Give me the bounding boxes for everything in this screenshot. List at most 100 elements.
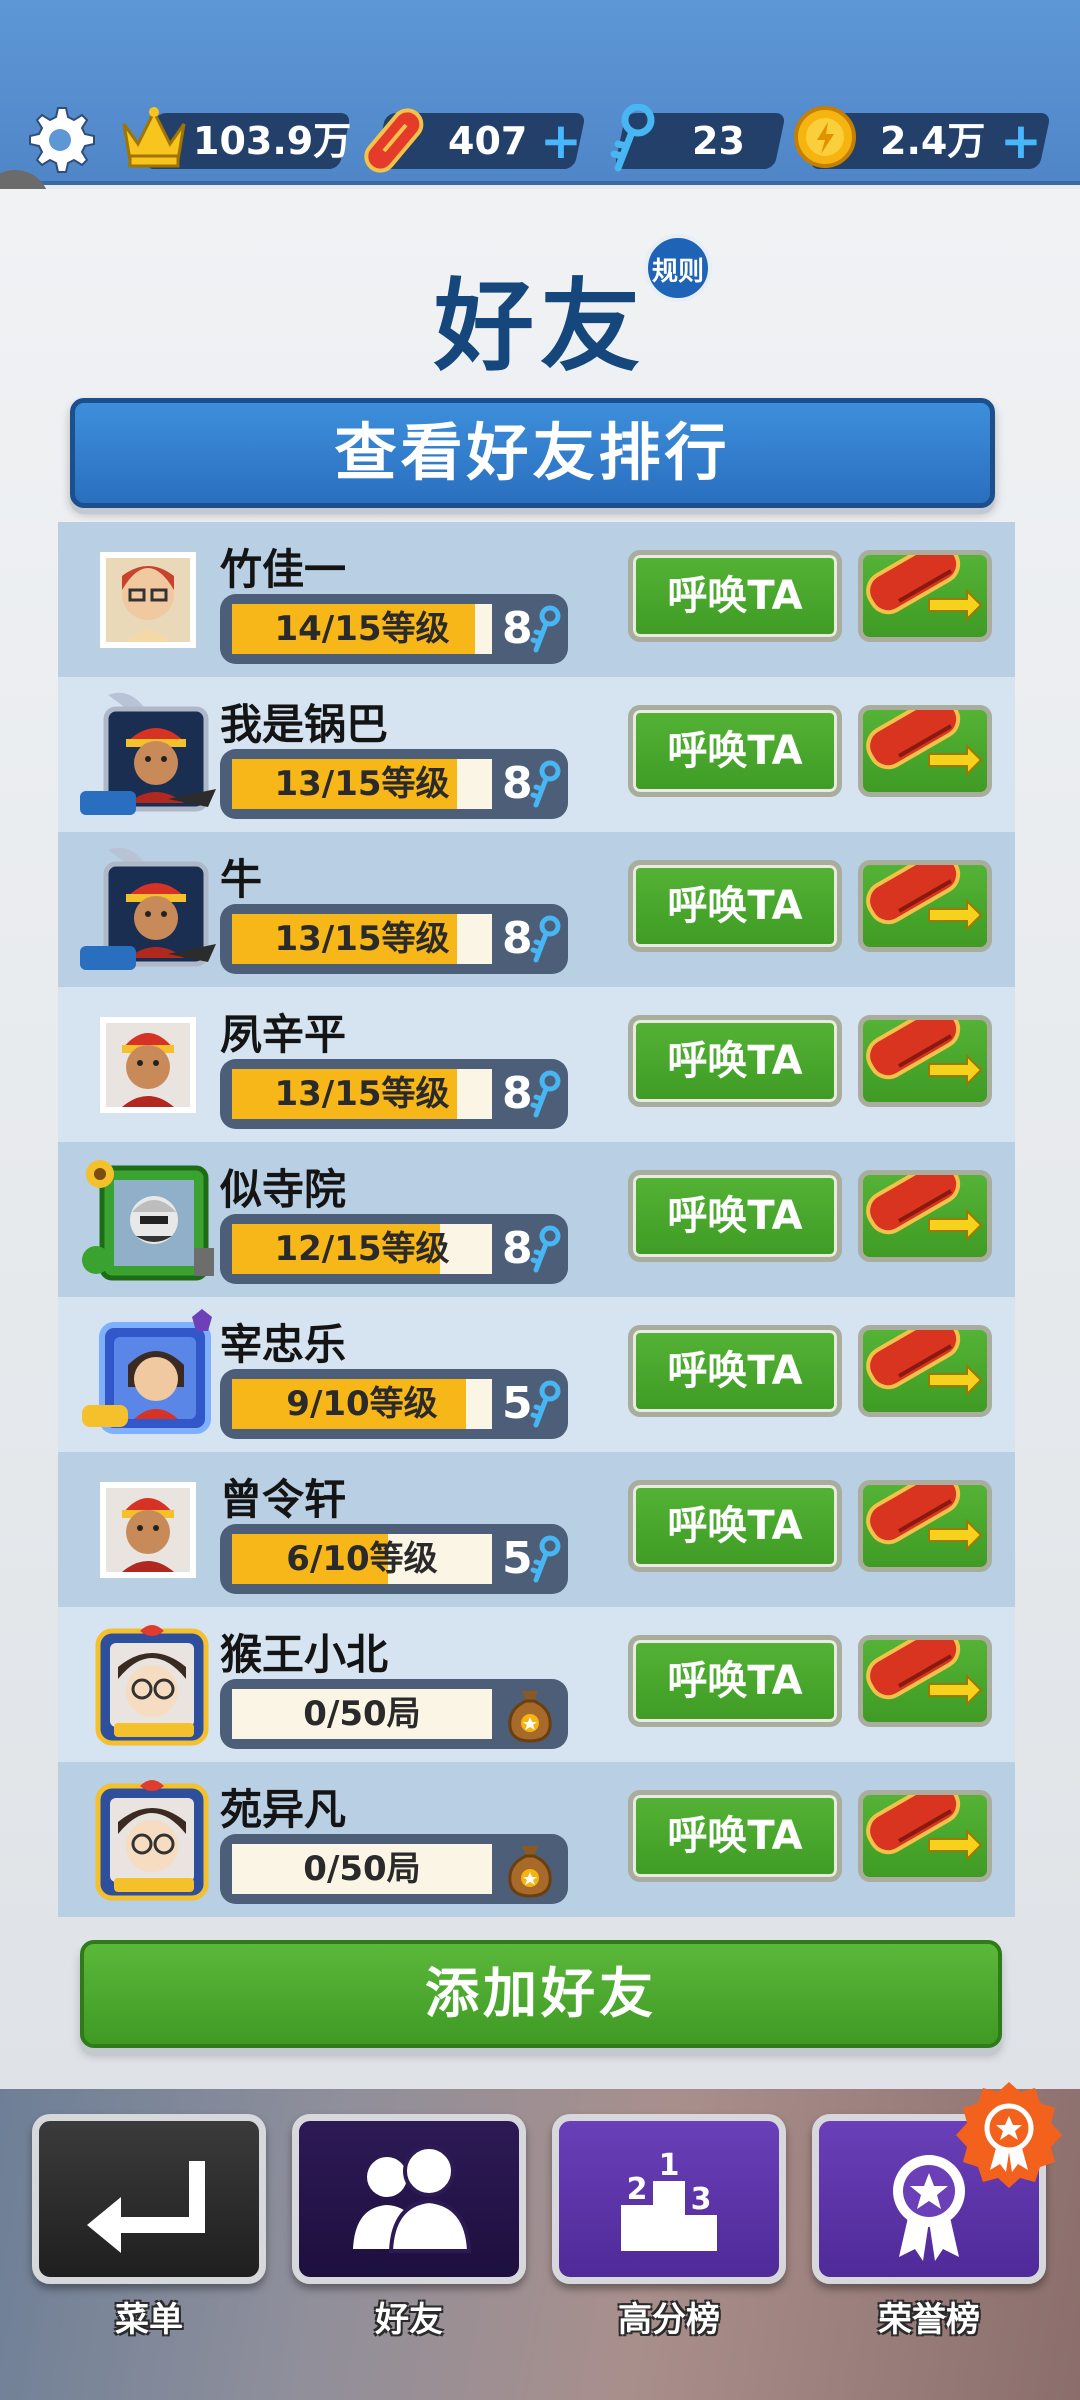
- summon-friend-button[interactable]: 呼唤TA: [628, 550, 842, 642]
- send-board-button[interactable]: [858, 1480, 992, 1572]
- nav-honor-label: 荣誉榜: [878, 2300, 980, 2340]
- key-reward-count: 8: [502, 1068, 533, 1119]
- summon-friend-button[interactable]: 呼唤TA: [628, 705, 842, 797]
- key-icon: [530, 760, 561, 808]
- board-value: 407: [448, 119, 528, 163]
- return-arrow-icon: [87, 2161, 205, 2253]
- friend-progress: 13/15等级 8: [220, 904, 568, 974]
- friend-progress: 0/50局: [220, 1679, 568, 1749]
- summon-friend-button[interactable]: 呼唤TA: [628, 1790, 842, 1882]
- friend-avatar: [82, 1160, 214, 1281]
- progress-track: 13/15等级: [232, 914, 492, 964]
- send-board-button[interactable]: [858, 1015, 992, 1107]
- rules-button[interactable]: 规则: [644, 234, 712, 302]
- friend-progress: 14/15等级 8: [220, 594, 568, 664]
- progress-text: 0/50局: [303, 1849, 421, 1889]
- key-value: 23: [692, 119, 745, 163]
- summon-friend-button[interactable]: 呼唤TA: [628, 1480, 842, 1572]
- friend-avatar: [82, 1309, 212, 1434]
- view-friend-ranking-button[interactable]: 查看好友排行: [70, 398, 995, 508]
- progress-text: 13/15等级: [274, 764, 450, 804]
- key-icon: [530, 1380, 561, 1428]
- nav-menu-label: 菜单: [115, 2300, 183, 2340]
- key-reward-count: 8: [502, 758, 533, 809]
- send-board-button[interactable]: [858, 1325, 992, 1417]
- progress-text: 12/15等级: [274, 1229, 450, 1269]
- friend-progress: 13/15等级 8: [220, 1059, 568, 1129]
- friend-name: 牛: [220, 855, 263, 904]
- friend-row: 夙辛平 13/15等级 8 呼唤TA: [58, 987, 1015, 1142]
- summon-friend-button[interactable]: 呼唤TA: [628, 1635, 842, 1727]
- progress-text: 9/10等级: [286, 1384, 438, 1424]
- key-icon: [530, 1070, 561, 1118]
- send-board-button[interactable]: [858, 860, 992, 952]
- nav-highscore-label: 高分榜: [618, 2300, 720, 2340]
- friend-row: 我是锅巴 13/15等级 8 呼唤TA: [58, 677, 1015, 832]
- progress-text: 14/15等级: [274, 609, 450, 649]
- progress-track: 13/15等级: [232, 1069, 492, 1119]
- friend-name: 竹佳一: [220, 545, 347, 594]
- coin-value: 2.4万: [880, 119, 986, 163]
- nav-menu-button[interactable]: [32, 2114, 266, 2284]
- progress-text: 0/50局: [303, 1694, 421, 1734]
- trophy-value: 103.9万: [193, 119, 352, 163]
- friend-row: 似寺院 12/15等级 8 呼唤TA: [58, 1142, 1015, 1297]
- key-icon: [530, 605, 561, 653]
- svg-text:2: 2: [627, 2172, 648, 2207]
- send-board-button[interactable]: [858, 1790, 992, 1882]
- send-hoverboard-icon: [866, 555, 983, 622]
- progress-track: 12/15等级: [232, 1224, 492, 1274]
- podium-icon: 2 1 3: [621, 2148, 717, 2251]
- friend-avatar: [80, 692, 216, 815]
- friend-name: 我是锅巴: [220, 700, 389, 749]
- friend-progress: 12/15等级 8: [220, 1214, 568, 1284]
- send-board-button[interactable]: [858, 705, 992, 797]
- friend-avatar: [100, 552, 196, 648]
- friend-avatar: [80, 847, 216, 970]
- progress-track: 13/15等级: [232, 759, 492, 809]
- send-board-button[interactable]: [858, 550, 992, 642]
- nav-highscore-button[interactable]: 2 1 3: [552, 2114, 786, 2284]
- summon-friend-button[interactable]: 呼唤TA: [628, 1015, 842, 1107]
- crown-icon: [122, 107, 186, 168]
- send-hoverboard-icon: [866, 1330, 983, 1397]
- buy-coins-plus-button[interactable]: +: [1000, 116, 1042, 166]
- key-reward-count: 5: [502, 1533, 533, 1584]
- progress-track: 14/15等级: [232, 604, 492, 654]
- nav-friends-button[interactable]: [292, 2114, 526, 2284]
- friend-progress: 13/15等级 8: [220, 749, 568, 819]
- key-icon: [530, 1225, 561, 1273]
- svg-text:3: 3: [691, 2182, 712, 2217]
- friend-row: 宰忠乐 9/10等级 5 呼唤TA: [58, 1297, 1015, 1452]
- friend-progress: 0/50局: [220, 1834, 568, 1904]
- progress-text: 13/15等级: [274, 1074, 450, 1114]
- coin-icon: [794, 106, 856, 168]
- key-icon: [530, 1535, 561, 1583]
- send-board-button[interactable]: [858, 1170, 992, 1262]
- key-reward-count: 5: [502, 1378, 533, 1429]
- nav-friends-label: 好友: [375, 2300, 443, 2340]
- progress-track: 6/10等级: [232, 1534, 492, 1584]
- summon-friend-button[interactable]: 呼唤TA: [628, 1170, 842, 1262]
- friend-name: 宰忠乐: [220, 1320, 347, 1369]
- summon-friend-button[interactable]: 呼唤TA: [628, 1325, 842, 1417]
- friend-row: 竹佳一 14/15等级 8 呼唤TA: [58, 522, 1015, 677]
- reward-bag-icon: [508, 1691, 552, 1743]
- friend-name: 猴王小北: [220, 1630, 389, 1679]
- page-title: 好友: [434, 268, 646, 385]
- settings-gear-icon[interactable]: [22, 102, 98, 178]
- honor-ribbon-badge-icon: [956, 2082, 1062, 2188]
- friend-avatar: [100, 1017, 196, 1113]
- add-friend-button[interactable]: 添加好友: [80, 1940, 1002, 2048]
- key-icon: [530, 915, 561, 963]
- send-hoverboard-icon: [866, 1020, 983, 1087]
- friend-avatar: [100, 1482, 196, 1578]
- summon-friend-button[interactable]: 呼唤TA: [628, 860, 842, 952]
- send-board-button[interactable]: [858, 1635, 992, 1727]
- send-hoverboard-icon: [866, 1175, 983, 1242]
- buy-boards-plus-button[interactable]: +: [540, 116, 582, 166]
- friend-list: 竹佳一 14/15等级 8 呼唤TA 我是锅巴 13/15等级 8 呼唤TA 牛 13/15等级 8…: [58, 522, 1015, 1917]
- progress-track: 0/50局: [232, 1689, 492, 1739]
- friend-row: 牛 13/15等级 8 呼唤TA: [58, 832, 1015, 987]
- friend-name: 似寺院: [220, 1165, 347, 1214]
